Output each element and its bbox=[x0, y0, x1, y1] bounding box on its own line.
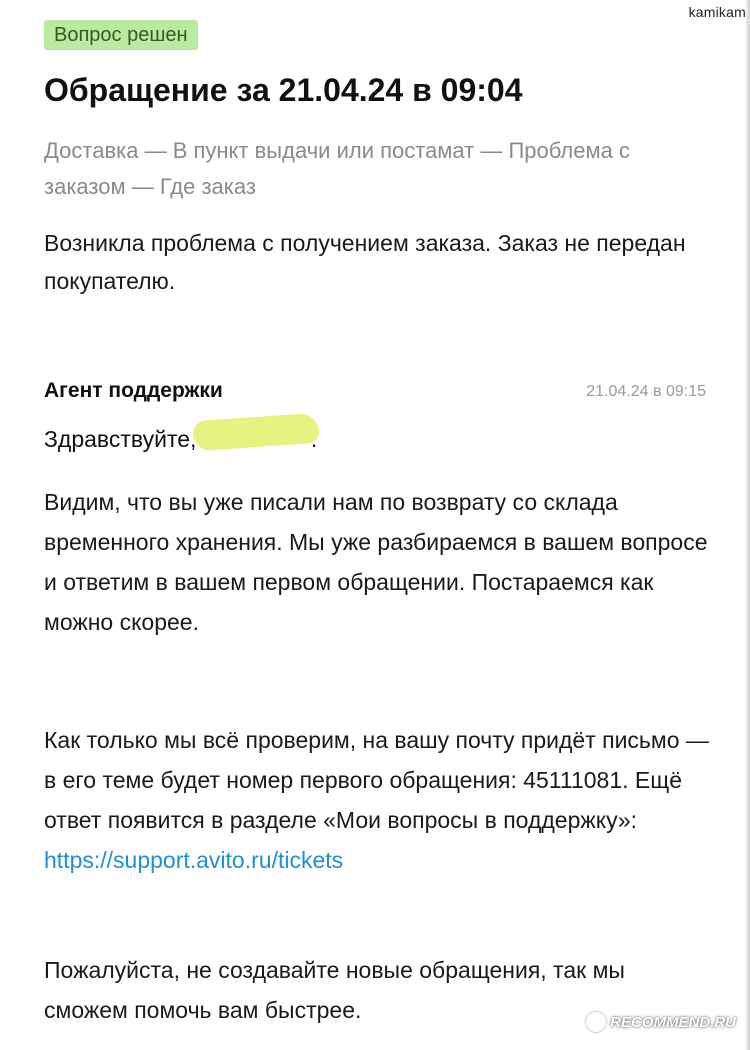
redaction-mark bbox=[191, 412, 320, 452]
page-edge bbox=[746, 0, 750, 1050]
reply-greeting: Здравствуйте, . bbox=[44, 412, 320, 458]
reply-timestamp: 21.04.24 в 09:15 bbox=[586, 383, 706, 400]
watermark-username: kamikam bbox=[688, 4, 746, 20]
watermark-recommend: RECOMMEND.RU bbox=[586, 1012, 736, 1032]
greeting-text: Здравствуйте, bbox=[44, 426, 197, 452]
paragraph-2-text: Как только мы всё проверим, на вашу почт… bbox=[44, 727, 709, 833]
reply-paragraph-2: Как только мы всё проверим, на вашу почт… bbox=[44, 720, 714, 880]
redacted-name bbox=[191, 412, 320, 452]
reply-paragraph-1: Видим, что вы уже писали нам по возврату… bbox=[44, 489, 708, 635]
status-badge: Вопрос решен bbox=[44, 20, 198, 50]
support-tickets-link[interactable]: https://support.avito.ru/tickets bbox=[44, 847, 343, 873]
category-breadcrumb: Доставка — В пункт выдачи или постамат —… bbox=[44, 138, 630, 199]
watermark-text: RECOMMEND.RU bbox=[610, 1013, 736, 1031]
issue-description: Возникла проблема с получением заказа. З… bbox=[44, 230, 686, 294]
recommend-logo-icon bbox=[586, 1012, 607, 1032]
page-title: Обращение за 21.04.24 в 09:04 bbox=[44, 72, 523, 108]
support-ticket-page: kamikam Вопрос решен Обращение за 21.04.… bbox=[0, 0, 750, 1050]
agent-name: Агент поддержки bbox=[44, 379, 223, 402]
